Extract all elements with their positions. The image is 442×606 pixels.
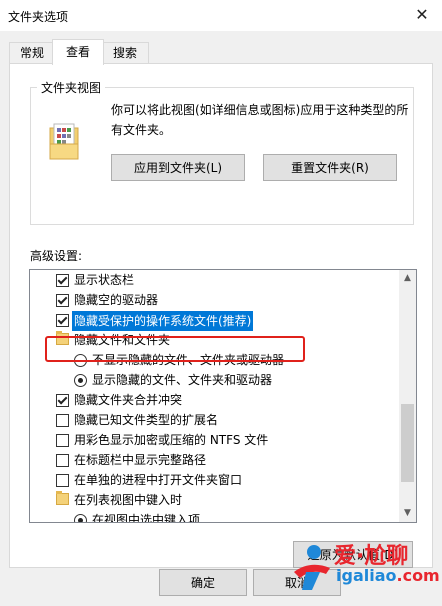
window-title: 文件夹选项 (8, 10, 69, 24)
checkbox[interactable] (56, 454, 69, 467)
folder-icon (56, 491, 69, 505)
list-item-label: 在单独的进程中打开文件夹窗口 (74, 473, 243, 487)
scroll-thumb[interactable] (401, 404, 414, 482)
checkbox[interactable] (56, 294, 69, 307)
watermark-url-part1: igaliao (336, 566, 397, 585)
checkbox[interactable] (56, 274, 69, 287)
ok-button[interactable]: 确定 (159, 569, 247, 596)
vertical-scrollbar[interactable]: ▲ ▼ (399, 270, 416, 522)
radio-button[interactable] (74, 374, 87, 387)
watermark-url: igaliao.com (336, 566, 440, 585)
tab-search[interactable]: 搜索 (101, 42, 149, 64)
checkbox[interactable] (56, 314, 69, 327)
tab-view[interactable]: 查看 (52, 39, 104, 65)
reset-folders-button[interactable]: 重置文件夹(R) (263, 154, 397, 181)
scroll-up-icon[interactable]: ▲ (399, 270, 416, 287)
view-tab-panel: 文件夹视图 你可以将此视图(如详细信息或图标)应用于这种类型的所有文件夹。 应用… (9, 63, 433, 568)
folder-view-description: 你可以将此视图(如详细信息或图标)应用于这种类型的所有文件夹。 (111, 103, 409, 137)
list-item-label: 隐藏文件夹合并冲突 (74, 393, 183, 407)
list-item-label: 显示隐藏的文件、文件夹和驱动器 (92, 373, 273, 387)
scroll-down-icon[interactable]: ▼ (399, 505, 416, 522)
folder-view-group: 文件夹视图 你可以将此视图(如详细信息或图标)应用于这种类型的所有文件夹。 应用… (30, 79, 414, 225)
checkbox[interactable] (56, 434, 69, 447)
watermark: 爱·尬聊 igaliao.com (290, 536, 440, 600)
close-icon[interactable]: ✕ (410, 4, 434, 26)
list-item-label: 在列表视图中键入时 (74, 493, 183, 507)
list-item-label: 隐藏受保护的操作系统文件(推荐) (72, 311, 254, 331)
title-bar: 文件夹选项 ✕ (0, 0, 442, 31)
checkbox[interactable] (56, 474, 69, 487)
list-item-label: 在标题栏中显示完整路径 (74, 453, 207, 467)
checkbox[interactable] (56, 394, 69, 407)
folder-view-icon (49, 123, 79, 160)
list-item-label: 在视图中选中键入项 (92, 513, 201, 523)
folder-view-legend: 文件夹视图 (37, 79, 106, 96)
list-item-label: 显示状态栏 (74, 273, 135, 287)
checkbox[interactable] (56, 414, 69, 427)
radio-button[interactable] (74, 514, 87, 522)
tab-general[interactable]: 常规 (9, 42, 55, 64)
watermark-logo-icon (294, 545, 330, 590)
dialog-client: 常规 查看 搜索 文件夹视图 你可以将此视图(如详细信息或图标)应用于这种类型的… (0, 31, 442, 606)
list-item-label: 隐藏已知文件类型的扩展名 (74, 413, 219, 427)
watermark-url-part2: .com (396, 566, 440, 585)
advanced-settings-label: 高级设置: (30, 249, 83, 263)
list-item-label: 用彩色显示加密或压缩的 NTFS 文件 (74, 433, 269, 447)
list-item-label: 隐藏空的驱动器 (74, 293, 159, 307)
advanced-settings-list[interactable]: 显示状态栏 隐藏空的驱动器 隐藏受保护的操作系统文件(推荐) 隐藏文件和文件夹 … (29, 269, 417, 523)
apply-to-folders-button[interactable]: 应用到文件夹(L) (111, 154, 245, 181)
highlight-annotation-box (45, 336, 305, 362)
